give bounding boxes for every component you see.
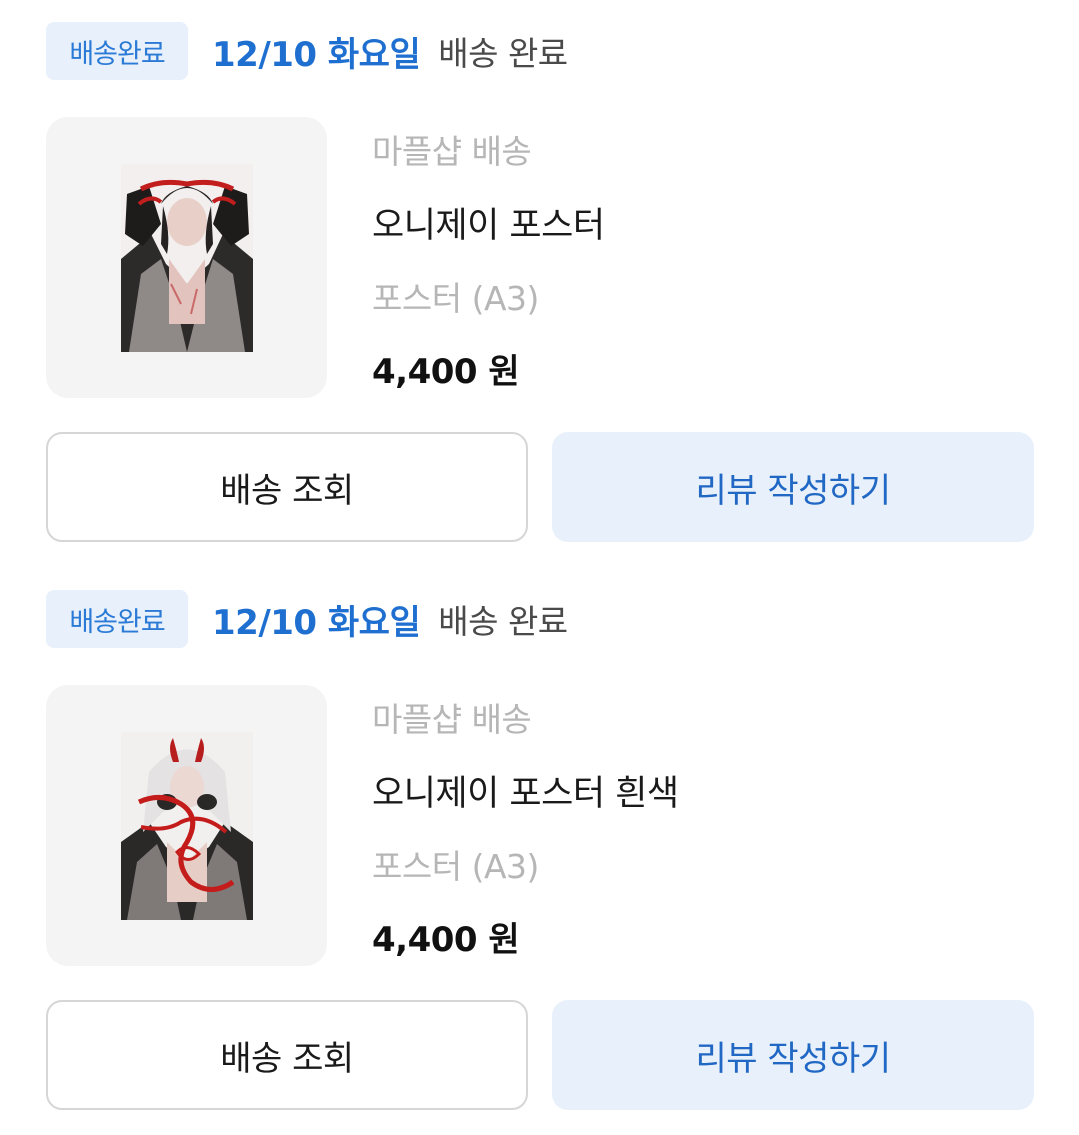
delivery-status-text: 배송 완료 xyxy=(438,602,568,641)
poster-image xyxy=(120,163,253,352)
product-name[interactable]: 오니제이 포스터 흰색 xyxy=(372,765,679,816)
product-option: 포스터 (A3) xyxy=(372,847,539,886)
delivery-date: 12/10 화요일 xyxy=(212,602,421,643)
order-card: 배송완료 12/10 화요일 배송 완료 xyxy=(46,22,1034,567)
track-delivery-button[interactable]: 배송 조회 xyxy=(46,432,528,542)
delivery-date: 12/10 화요일 xyxy=(212,34,421,75)
order-status-row: 배송완료 12/10 화요일 배송 완료 xyxy=(46,22,1034,80)
order-status-row: 배송완료 12/10 화요일 배송 완료 xyxy=(46,590,1034,648)
product-price: 4,400 원 xyxy=(372,920,520,960)
product-thumbnail[interactable] xyxy=(46,117,327,398)
status-badge: 배송완료 xyxy=(46,590,188,648)
product-name[interactable]: 오니제이 포스터 xyxy=(372,197,605,248)
delivery-status-text: 배송 완료 xyxy=(438,34,568,73)
track-delivery-button[interactable]: 배송 조회 xyxy=(46,1000,528,1110)
product-price: 4,400 원 xyxy=(372,352,520,392)
write-review-button[interactable]: 리뷰 작성하기 xyxy=(552,1000,1034,1110)
order-card: 배송완료 12/10 화요일 배송 완료 xyxy=(46,590,1034,1135)
seller-name: 마플샵 배송 xyxy=(372,132,532,171)
status-badge: 배송완료 xyxy=(46,22,188,80)
product-thumbnail[interactable] xyxy=(46,685,327,966)
write-review-button[interactable]: 리뷰 작성하기 xyxy=(552,432,1034,542)
product-option: 포스터 (A3) xyxy=(372,279,539,318)
seller-name: 마플샵 배송 xyxy=(372,700,532,739)
poster-image xyxy=(120,731,253,920)
